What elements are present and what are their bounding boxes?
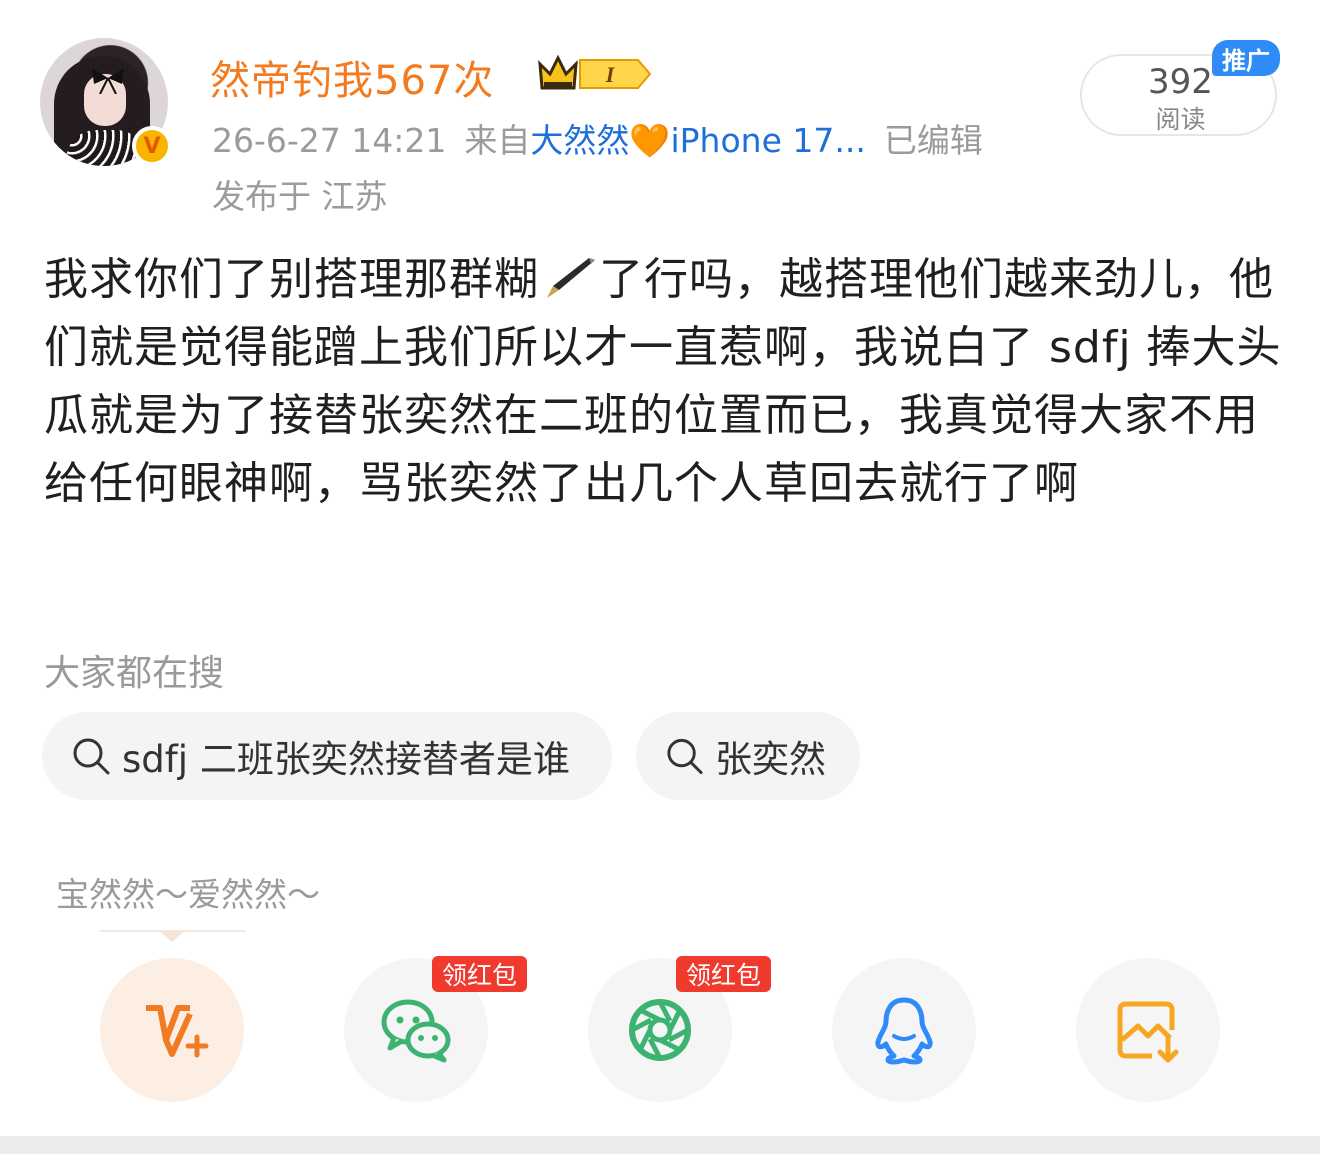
heart-icon: 🧡 (629, 121, 671, 160)
edited-label[interactable]: 已编辑 (884, 121, 983, 160)
promote-tag[interactable]: 推广 (1212, 40, 1280, 76)
from-prefix: 来自 (464, 121, 531, 160)
read-label: 阅读 (1155, 105, 1206, 134)
search-icon (667, 738, 703, 775)
tooltip-arrow (158, 930, 186, 942)
source-link[interactable]: 大然然 (530, 121, 629, 160)
username[interactable]: 然帝钓我567次 (210, 48, 494, 106)
bottom-divider (0, 1136, 1320, 1154)
fountain-pen-icon (547, 258, 595, 298)
level-badge-text: I (605, 62, 616, 87)
verified-badge: V (132, 126, 172, 166)
wechat-icon (381, 999, 451, 1063)
qq-icon (875, 997, 933, 1065)
search-chip[interactable]: 张奕然 (636, 712, 860, 800)
save-image-icon (1117, 1001, 1179, 1063)
post-location: 发布于 江苏 (212, 177, 388, 216)
post-text-part-1: 我求你们了别搭理那群糊 (44, 254, 539, 305)
trending-search-title: 大家都在搜 (44, 653, 225, 694)
bow-icon (92, 68, 124, 94)
post-meta: 26-6-27 14:21 来自大然然🧡iPhone 17... 已编辑 (212, 114, 983, 162)
search-chip-label: 张奕然 (715, 738, 826, 781)
device-link[interactable]: iPhone 17... (670, 121, 865, 160)
save-image-button[interactable] (1076, 958, 1220, 1102)
search-chip-label: sdfj 二班张奕然接替者是谁 (122, 738, 570, 781)
share-qq-button[interactable] (832, 958, 976, 1102)
post-content: 我求你们了别搭理那群糊 了行吗，越搭理他们越来劲儿，他们就是觉得能蹭上我们所以才… (44, 246, 1284, 518)
search-icon (73, 738, 110, 775)
member-crown-icon: I (538, 54, 652, 90)
weibo-v-plus-icon (146, 1005, 209, 1058)
moments-icon (629, 999, 691, 1061)
share-weibo-button[interactable] (100, 958, 244, 1102)
post-time: 26-6-27 14:21 (212, 121, 447, 160)
red-packet-tag: 领红包 (432, 956, 528, 992)
search-chip[interactable]: sdfj 二班张奕然接替者是谁 (42, 712, 612, 800)
red-packet-tag: 领红包 (676, 956, 772, 992)
share-tooltip: 宝然然～爱然然～ (56, 875, 320, 914)
